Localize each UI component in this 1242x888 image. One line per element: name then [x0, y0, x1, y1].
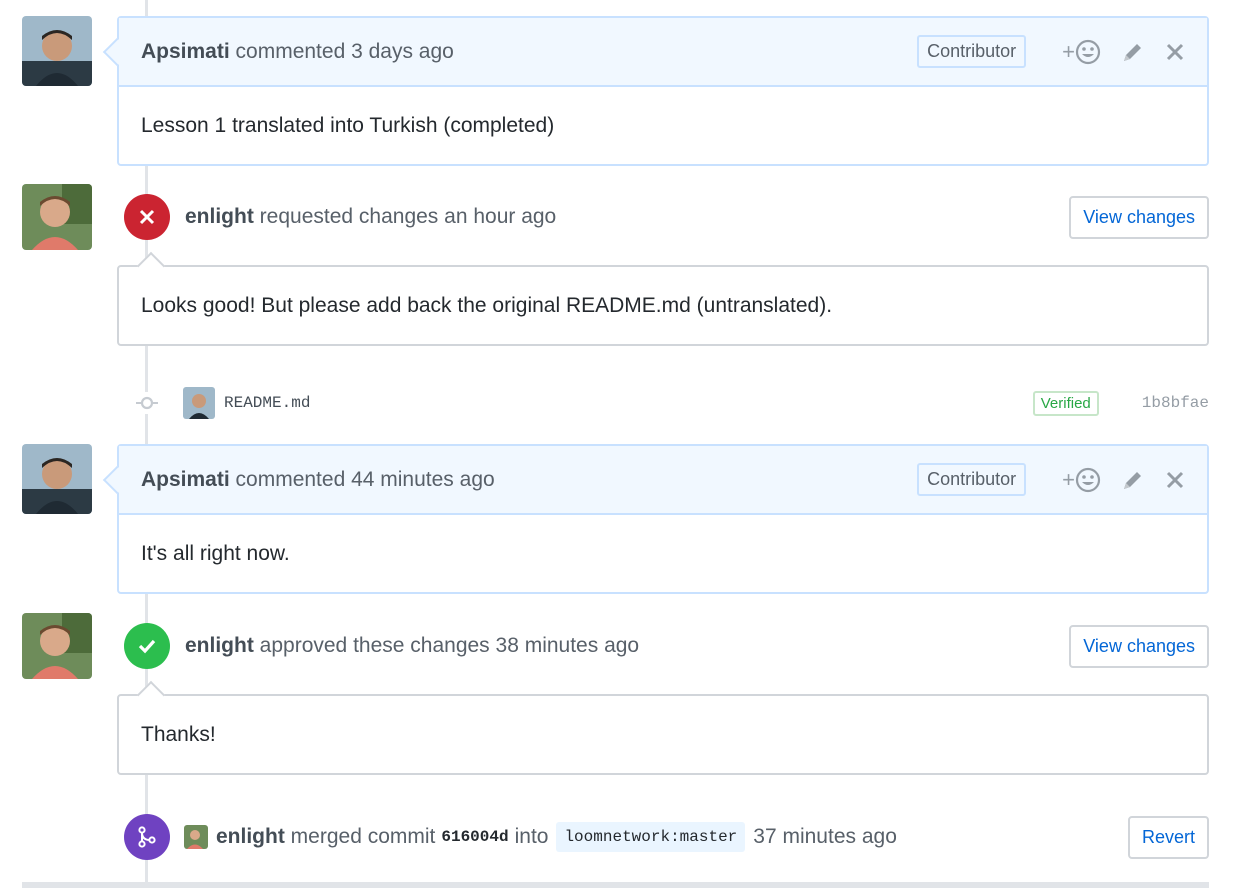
commit-row: README.md Verified 1b8bfae [136, 385, 1209, 421]
comment-action: commented 44 minutes ago [235, 467, 495, 491]
review-meta: enlight requested changes an hour ago [185, 205, 1069, 229]
review-action: approved these changes 38 minutes ago [259, 634, 640, 657]
comment-apsimati-2: Apsimati commented 44 minutes ago Contri… [117, 444, 1209, 594]
smiley-icon [1075, 39, 1101, 64]
delete-comment-button[interactable] [1165, 42, 1185, 62]
contributor-badge: Contributor [917, 463, 1027, 496]
verified-badge[interactable]: Verified [1032, 390, 1099, 416]
commit-author-avatar[interactable] [183, 387, 215, 419]
merged-badge [124, 814, 170, 860]
smiley-icon [1075, 467, 1101, 492]
merge-into: into [514, 825, 549, 848]
comment-action: commented 3 days ago [235, 39, 454, 63]
merge-icon [138, 826, 156, 848]
review-requested-changes-row: enlight requested changes an hour ago Vi… [124, 194, 1209, 240]
avatar-enlight[interactable] [22, 184, 92, 250]
comment-author[interactable]: Apsimati [141, 468, 230, 491]
merge-event-row: enlight merged commit 616004d into loomn… [124, 814, 1209, 860]
contributor-badge: Contributor [917, 35, 1027, 68]
merge-author-avatar[interactable] [184, 825, 208, 849]
avatar-enlight[interactable] [22, 613, 92, 679]
commit-message[interactable]: README.md [224, 394, 1033, 412]
comment-header: Apsimati commented 44 minutes ago Contri… [119, 446, 1207, 515]
comment-author[interactable]: Apsimati [141, 40, 230, 63]
commit-sha[interactable]: 1b8bfae [1142, 394, 1209, 412]
view-changes-button[interactable]: View changes [1069, 624, 1209, 668]
merge-author[interactable]: enlight [216, 825, 285, 849]
merge-commit-sha[interactable]: 616004d [441, 828, 508, 846]
approved-badge [124, 623, 170, 669]
target-branch[interactable]: loomnetwork:master [556, 822, 746, 852]
delete-comment-button[interactable] [1165, 470, 1185, 490]
review-approved-row: enlight approved these changes 38 minute… [124, 623, 1209, 669]
close-icon [1166, 43, 1184, 60]
reaction-plus: + [1062, 466, 1075, 492]
comment-header: Apsimati commented 3 days ago Contributo… [119, 18, 1207, 87]
edit-comment-button[interactable] [1121, 468, 1145, 492]
merge-action: merged commit [290, 825, 436, 848]
comment-apsimati-1: Apsimati commented 3 days ago Contributo… [117, 16, 1209, 166]
merge-time: 37 minutes ago [753, 825, 897, 848]
review-comment-box: Looks good! But please add back the orig… [117, 265, 1209, 346]
add-reaction-button[interactable]: + [1062, 39, 1101, 65]
comment-body: Lesson 1 translated into Turkish (comple… [141, 113, 555, 137]
revert-button[interactable]: Revert [1127, 815, 1209, 859]
pencil-icon [1124, 43, 1141, 61]
check-icon [138, 639, 156, 654]
add-reaction-button[interactable]: + [1062, 467, 1101, 493]
avatar-apsimati[interactable] [22, 16, 92, 86]
review-meta: enlight approved these changes 38 minute… [185, 634, 1069, 658]
edit-comment-button[interactable] [1121, 40, 1145, 64]
x-icon [139, 209, 155, 225]
reaction-plus: + [1062, 38, 1075, 64]
commit-icon [136, 392, 158, 414]
review-body: Thanks! [141, 722, 216, 746]
pencil-icon [1124, 471, 1141, 489]
timeline-footer-divider [22, 882, 1209, 888]
comment-meta: Apsimati commented 3 days ago [141, 40, 917, 64]
avatar-apsimati[interactable] [22, 444, 92, 514]
view-changes-button[interactable]: View changes [1069, 195, 1209, 239]
close-icon [1166, 471, 1184, 488]
review-author[interactable]: enlight [185, 205, 254, 228]
comment-body: It's all right now. [141, 541, 290, 565]
comment-meta: Apsimati commented 44 minutes ago [141, 468, 917, 492]
merge-meta: enlight merged commit 616004d into loomn… [216, 822, 1128, 852]
review-action: requested changes an hour ago [259, 205, 557, 228]
review-comment-box: Thanks! [117, 694, 1209, 775]
review-author[interactable]: enlight [185, 634, 254, 657]
review-body: Looks good! But please add back the orig… [141, 293, 833, 317]
requested-changes-badge [124, 194, 170, 240]
